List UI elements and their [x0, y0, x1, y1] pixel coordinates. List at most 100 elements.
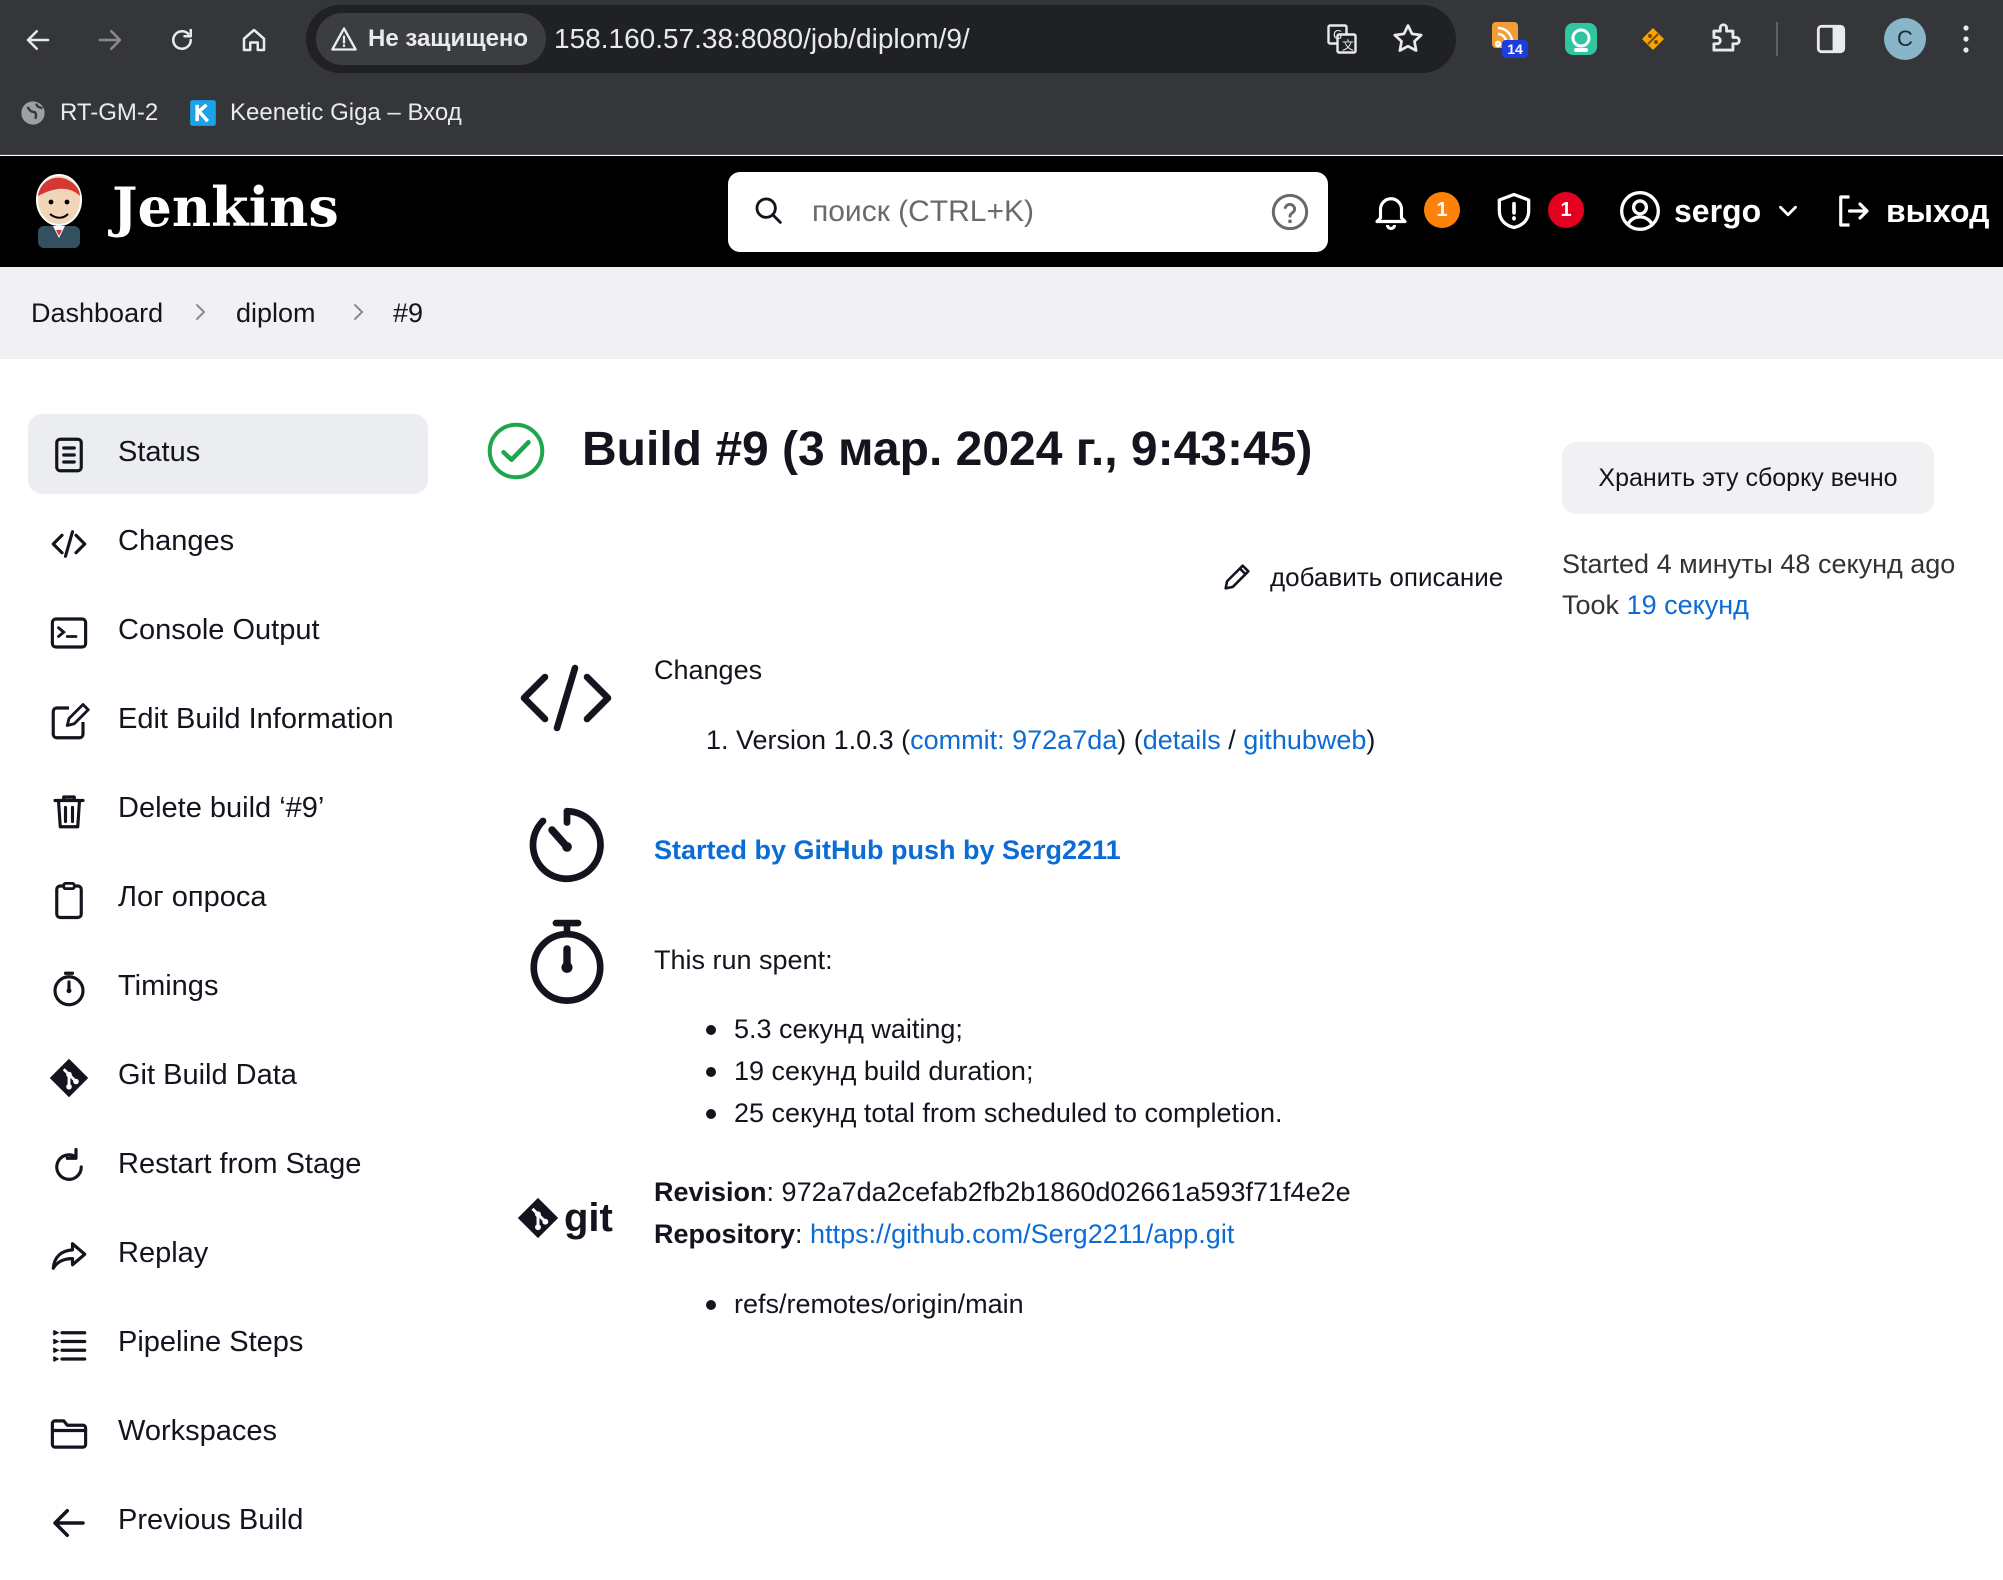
bookmark-rt-gm-2[interactable]: RT-GM-2	[18, 98, 158, 128]
git-logo: git	[516, 1192, 616, 1244]
svg-text:文: 文	[1342, 38, 1354, 53]
sidebar-item-pipeline-steps[interactable]: Pipeline Steps	[28, 1304, 428, 1384]
jenkins-logo-icon[interactable]	[28, 170, 90, 250]
user-name: sergo	[1674, 192, 1762, 229]
sidebar-item-status[interactable]: Status	[28, 414, 428, 494]
sidebar-item-console-output[interactable]: Console Output	[28, 592, 428, 672]
keep-forever-button[interactable]: Хранить эту сборку вечно	[1562, 442, 1934, 514]
breadcrumb-diplom[interactable]: diplom	[236, 298, 316, 329]
repository-link[interactable]: https://github.com/Serg2211/app.git	[810, 1219, 1234, 1249]
took-prefix: Took	[1562, 590, 1627, 620]
browser-menu-button[interactable]	[1954, 20, 1978, 58]
logout-button[interactable]: выход	[1832, 186, 1989, 236]
address-bar[interactable]: Не защищено 158.160.57.38:8080/job/diplo…	[306, 5, 1456, 73]
security-badge: 1	[1548, 192, 1584, 228]
translate-icon[interactable]: G文	[1324, 21, 1360, 57]
breadcrumb-dashboard[interactable]: Dashboard	[31, 298, 163, 329]
timing-item: 5.3 секунд waiting;	[734, 1014, 963, 1044]
reload-button[interactable]	[162, 20, 202, 60]
forward-button[interactable]	[90, 20, 130, 60]
sidebar-item-delete-build[interactable]: Delete build ‘#9’	[28, 770, 428, 850]
arrow-left-icon	[26, 30, 50, 50]
change-item-slash: /	[1220, 725, 1244, 755]
side-panel-icon	[1816, 24, 1846, 54]
notifications-button[interactable]: 1	[1370, 186, 1460, 236]
build-cause-link[interactable]: Started by GitHub push by Serg2211	[654, 835, 1121, 866]
change-item-sep: ) (	[1117, 725, 1143, 755]
sidebar-item-polling-log[interactable]: Лог опроса	[28, 859, 428, 939]
took-link[interactable]: 19 секунд	[1627, 590, 1749, 620]
bell-icon	[1375, 197, 1407, 231]
commit-link[interactable]: commit: 972a7da	[910, 725, 1117, 755]
started-value: 4 минуты 48 секунд ago	[1656, 549, 1956, 579]
sidebar-item-restart-from-stage[interactable]: Restart from Stage	[28, 1126, 428, 1206]
warning-icon	[331, 27, 357, 51]
sidebar-item-label: Changes	[118, 525, 235, 557]
add-description-label: добавить описание	[1270, 561, 1504, 592]
home-button[interactable]	[234, 20, 274, 60]
sidebar-item-label: Delete build ‘#9’	[118, 792, 325, 824]
sidebar-item-label: Console Output	[118, 614, 320, 646]
git-icon	[49, 1058, 89, 1098]
stopwatch-icon	[53, 971, 85, 1007]
sidebar-item-changes[interactable]: Changes	[28, 503, 428, 583]
githubweb-link[interactable]: githubweb	[1243, 725, 1366, 755]
bookmark-keenetic[interactable]: Keenetic Giga – Вход	[188, 98, 462, 128]
folder-icon	[50, 1419, 88, 1449]
globe-icon	[21, 101, 45, 125]
notifications-badge: 1	[1424, 192, 1460, 228]
back-button[interactable]	[18, 20, 58, 60]
bullet	[706, 1109, 716, 1119]
shield-alert-icon	[1497, 192, 1531, 230]
security-chip[interactable]: Не защищено	[316, 13, 547, 65]
bullet	[706, 1025, 716, 1035]
bullet	[706, 1067, 716, 1077]
profile-avatar[interactable]: C	[1884, 18, 1926, 60]
more-vertical-icon	[1963, 25, 1969, 53]
change-item-prefix: 1. Version 1.0.3 (	[706, 725, 911, 755]
sidebar-item-previous-build[interactable]: Previous Build	[28, 1482, 428, 1562]
rss-extension-icon: 14	[1492, 22, 1528, 58]
arrow-right-icon	[98, 30, 122, 50]
extension-green-button[interactable]	[1562, 20, 1600, 58]
sidebar-item-label: Previous Build	[118, 1504, 304, 1536]
breadcrumb-build[interactable]: #9	[393, 298, 423, 329]
bullet	[706, 1300, 716, 1310]
url-text[interactable]: 158.160.57.38:8080/job/diplom/9/	[554, 23, 970, 55]
extension-rss-button[interactable]: 14	[1490, 20, 1528, 58]
search-input[interactable]	[812, 190, 1232, 234]
code-icon	[51, 530, 87, 558]
jenkins-brand[interactable]: Jenkins	[112, 175, 339, 239]
chevron-right-icon	[354, 304, 364, 320]
add-description-button[interactable]: добавить описание	[1220, 560, 1503, 594]
edit-icon	[51, 703, 90, 740]
star-icon[interactable]	[1390, 21, 1426, 57]
sidebar-item-workspaces[interactable]: Workspaces	[28, 1393, 428, 1473]
sidebar-item-label: Edit Build Information	[118, 703, 394, 735]
user-menu[interactable]: sergo	[1618, 186, 1803, 236]
repository-colon: :	[795, 1219, 811, 1249]
git-icon	[517, 1197, 559, 1239]
took-info: Took 19 секунд	[1562, 590, 1749, 621]
sidebar-item-edit-build-information[interactable]: Edit Build Information	[28, 681, 428, 761]
success-check-icon	[487, 422, 545, 480]
chevron-down-icon	[1779, 205, 1798, 217]
search-box[interactable]	[728, 172, 1328, 252]
sidebar-item-label: Status	[118, 436, 201, 468]
extensions-button[interactable]	[1706, 20, 1744, 58]
timings-heading: This run spent:	[654, 945, 833, 975]
sidebar-item-git-build-data[interactable]: Git Build Data	[28, 1037, 428, 1117]
sidebar-item-replay[interactable]: Replay	[28, 1215, 428, 1295]
extension-badge: 14	[1507, 41, 1523, 57]
side-panel-button[interactable]	[1812, 20, 1850, 58]
revision-label: Revision	[654, 1177, 767, 1207]
clipboard-icon	[55, 881, 83, 920]
help-icon[interactable]	[1270, 192, 1310, 232]
security-button[interactable]: 1	[1492, 186, 1584, 236]
terminal-icon	[50, 617, 88, 649]
user-icon	[1620, 191, 1660, 231]
details-link[interactable]: details	[1143, 725, 1221, 755]
extension-coupon-button[interactable]	[1634, 20, 1672, 58]
sidebar-item-timings[interactable]: Timings	[28, 948, 428, 1028]
bookmark-label: RT-GM-2	[60, 99, 159, 126]
